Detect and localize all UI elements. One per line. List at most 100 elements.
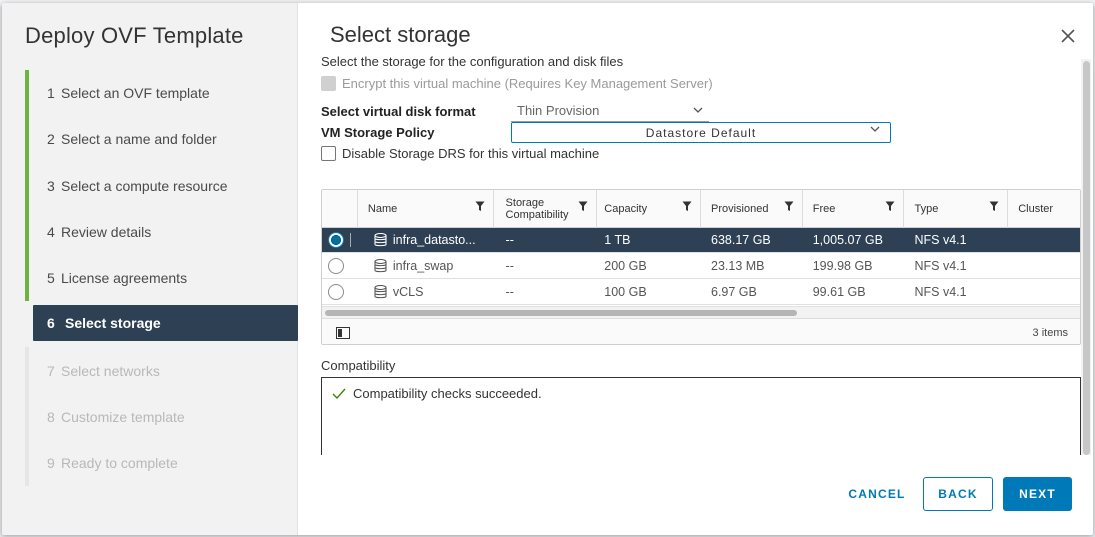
cell-capacity: 200 GB — [604, 259, 647, 273]
wizard-step-4[interactable]: 4 Review details — [25, 208, 298, 256]
wizard-steps: 1 Select an OVF template 2 Select a name a… — [25, 70, 298, 487]
cell-type: NFS v4.1 — [914, 233, 967, 247]
cell-name: vCLS — [358, 280, 494, 304]
datastore-icon — [374, 285, 387, 299]
intro-text: Select the storage for the configuration… — [321, 54, 624, 69]
vertical-scroll-thumb[interactable] — [1083, 61, 1090, 455]
disable-drs-label: Disable Storage DRS for this virtual mac… — [342, 146, 600, 161]
compatibility-text: Compatibility checks succeeded. — [353, 386, 542, 401]
column-select — [322, 190, 358, 228]
column-free[interactable]: Free — [803, 190, 905, 228]
main-content: Select storage Select the storage for th… — [299, 3, 1093, 535]
column-provisioned[interactable]: Provisioned — [701, 190, 803, 228]
horizontal-scroll-thumb[interactable] — [325, 310, 797, 316]
check-icon — [332, 388, 346, 399]
column-toggle-icon[interactable] — [336, 327, 350, 339]
disk-format-select[interactable]: Thin Provision — [511, 100, 709, 122]
column-type[interactable]: Type — [904, 190, 1009, 228]
next-button[interactable]: NEXT — [1003, 477, 1072, 511]
column-label: Type — [914, 203, 939, 215]
step-label: Select an OVF template — [61, 85, 210, 102]
datastore-name: infra_datasto... — [392, 233, 476, 247]
deploy-ovf-dialog: Deploy OVF Template 1 Select an OVF templ… — [2, 3, 1093, 535]
column-name[interactable]: Name — [358, 190, 494, 228]
table-row[interactable]: vCLS -- 100 GB 6.97 GB 99.61 GB NFS v4.1 — [322, 280, 1080, 305]
step-label: Select networks — [61, 362, 160, 379]
chevron-down-icon — [693, 107, 703, 113]
cell-free: 1,005.07 GB — [812, 233, 883, 247]
filter-icon[interactable] — [682, 201, 692, 212]
items-count: 3 items — [1032, 327, 1068, 339]
datastore-grid: Name Storage Compatibility Capacity Prov… — [321, 189, 1081, 345]
filter-icon[interactable] — [475, 201, 485, 212]
wizard-step-3[interactable]: 3 Select a compute resource — [25, 162, 298, 209]
divider — [350, 259, 351, 273]
close-icon — [1061, 29, 1075, 43]
cell-cluster — [1008, 254, 1080, 278]
table-row[interactable]: infra_swap -- 200 GB 23.13 MB 199.98 GB … — [322, 254, 1080, 279]
cell-compat: -- — [505, 285, 514, 299]
filter-icon[interactable] — [784, 201, 794, 212]
disk-format-label: Select virtual disk format — [321, 103, 476, 119]
compatibility-label: Compatibility — [321, 358, 396, 373]
column-label: Provisioned — [711, 203, 769, 215]
step-label: Review details — [61, 224, 152, 241]
wizard-step-6[interactable]: 6 Select storage — [33, 305, 298, 342]
wizard-step-2[interactable]: 2 Select a name and folder — [25, 116, 298, 163]
column-label: Name — [367, 203, 398, 215]
radio-button[interactable] — [328, 284, 345, 300]
cell-provisioned: 6.97 GB — [711, 285, 757, 299]
back-button[interactable]: BACK — [923, 477, 993, 511]
radio-button[interactable] — [328, 258, 345, 274]
step-label: License agreements — [61, 270, 188, 287]
filter-icon[interactable] — [885, 201, 895, 212]
page-title: Select storage — [330, 22, 471, 47]
cell-provisioned: 23.13 MB — [711, 259, 765, 273]
wizard-step-5[interactable]: 5 License agreements — [25, 255, 298, 302]
encrypt-option: Encrypt this virtual machine (Requires K… — [321, 76, 713, 91]
datastore-name: vCLS — [392, 285, 424, 299]
datastore-icon — [374, 233, 387, 247]
storage-policy-value: Datastore Default — [645, 125, 757, 140]
encrypt-label: Encrypt this virtual machine (Requires K… — [342, 76, 713, 91]
cell-type: NFS v4.1 — [914, 259, 967, 273]
table-row[interactable]: infra_datasto... -- 1 TB 638.17 GB 1,005… — [322, 228, 1080, 253]
wizard-step-8: 8 Customize template — [25, 393, 298, 441]
divider — [350, 233, 352, 247]
horizontal-scrollbar[interactable] — [322, 306, 1080, 318]
wizard-step-9: 9 Ready to complete — [25, 440, 298, 487]
column-label: Capacity — [604, 203, 648, 215]
column-storage-compatibility[interactable]: Storage Compatibility — [494, 190, 598, 228]
step-label: Select storage — [65, 315, 161, 332]
cell-provisioned: 638.17 GB — [711, 233, 771, 247]
radio-button[interactable] — [328, 232, 345, 248]
step-label: Customize template — [61, 408, 185, 425]
wizard-title: Deploy OVF Template — [25, 23, 244, 48]
column-cluster[interactable]: Cluster — [1008, 190, 1080, 228]
compatibility-message: Compatibility checks succeeded. — [332, 386, 542, 401]
row-select[interactable] — [322, 280, 358, 304]
compatibility-box: Compatibility checks succeeded. — [321, 377, 1081, 455]
datastore-name: infra_swap — [392, 259, 454, 273]
filter-icon[interactable] — [578, 201, 588, 212]
disable-drs-checkbox[interactable] — [321, 146, 336, 161]
storage-form: Select the storage for the configuration… — [320, 53, 1085, 455]
wizard-sidebar: Deploy OVF Template 1 Select an OVF templ… — [2, 3, 298, 535]
step-number: 6 — [47, 315, 55, 332]
cell-free: 99.61 GB — [812, 285, 866, 299]
row-select[interactable] — [322, 228, 358, 252]
cell-cluster — [1008, 280, 1080, 304]
step-label: Select a name and folder — [61, 131, 217, 148]
grid-footer: 3 items — [322, 318, 1080, 344]
cell-cluster — [1008, 228, 1080, 252]
filter-icon[interactable] — [989, 201, 999, 212]
column-label: Storage Compatibility — [505, 197, 569, 221]
grid-header: Name Storage Compatibility Capacity Prov… — [322, 190, 1080, 228]
chevron-down-icon — [870, 126, 880, 132]
storage-policy-select[interactable]: Datastore Default — [511, 122, 891, 143]
cancel-button[interactable]: CANCEL — [842, 477, 912, 511]
wizard-step-1[interactable]: 1 Select an OVF template — [25, 70, 298, 117]
row-select[interactable] — [322, 254, 358, 278]
close-button[interactable] — [1057, 25, 1079, 47]
column-capacity[interactable]: Capacity — [597, 190, 701, 228]
